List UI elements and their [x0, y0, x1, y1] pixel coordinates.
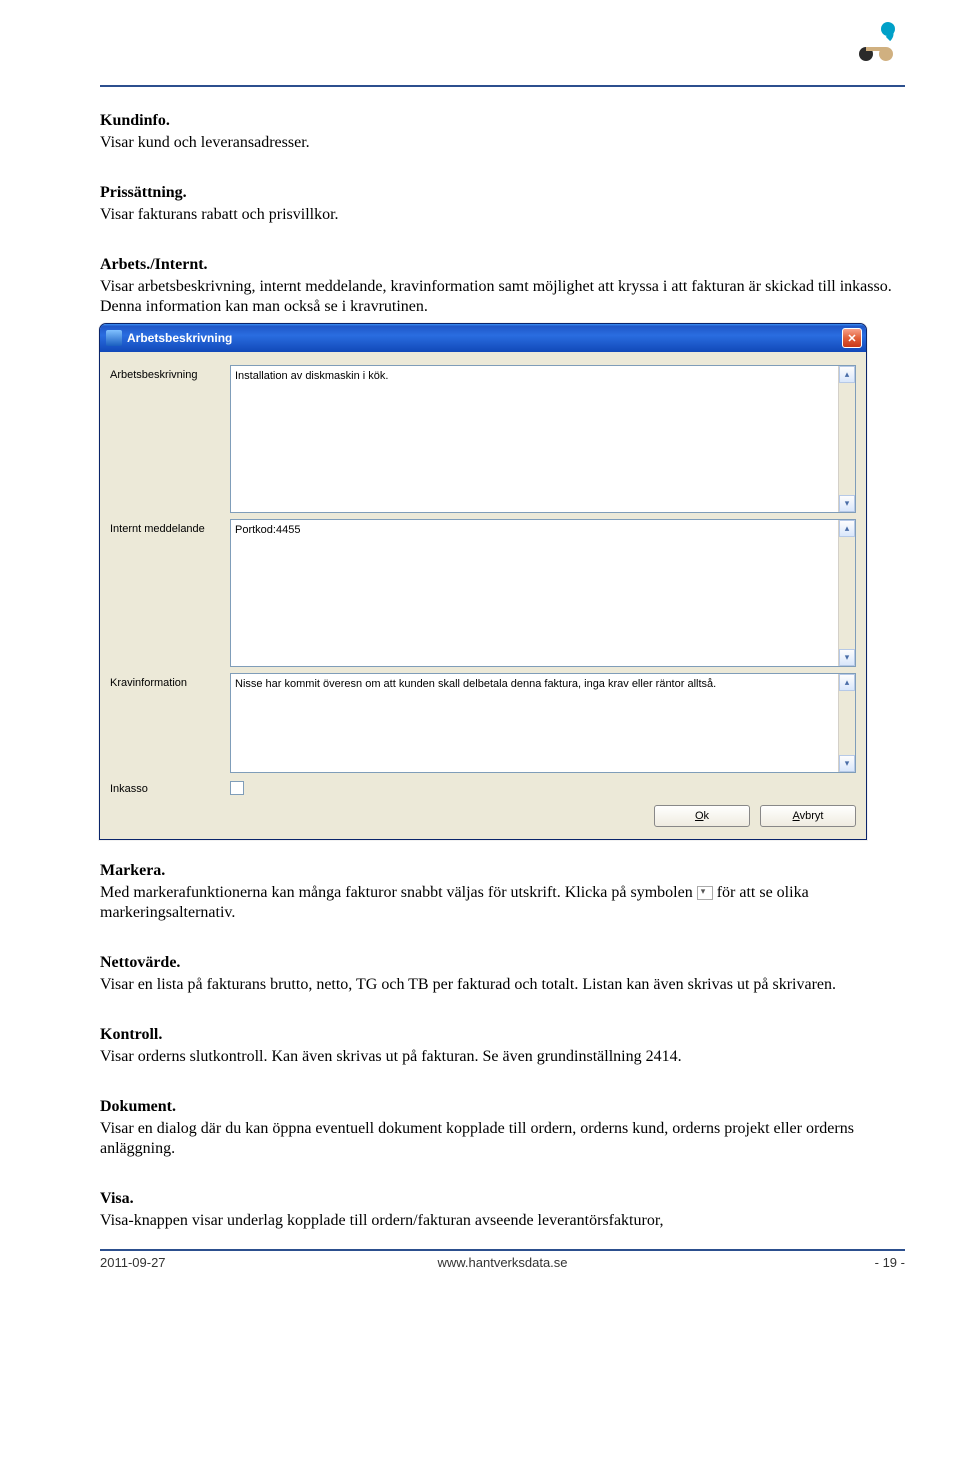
footer-date: 2011-09-27	[100, 1255, 368, 1270]
scroll-down-icon[interactable]: ▾	[839, 649, 855, 666]
window-icon	[106, 330, 122, 346]
text-prissattning: Visar fakturans rabatt och prisvillkor.	[100, 205, 905, 225]
titlebar[interactable]: Arbetsbeskrivning ✕	[100, 324, 866, 352]
text-kontroll: Visar orderns slutkontroll. Kan även skr…	[100, 1047, 905, 1067]
scrollbar[interactable]: ▴ ▾	[838, 674, 855, 772]
text-markera: Med markerafunktionerna kan många faktur…	[100, 883, 905, 923]
header-divider	[100, 85, 905, 87]
scrollbar[interactable]: ▴ ▾	[838, 366, 855, 512]
textarea-arbetsbeskrivning[interactable]: Installation av diskmaskin i kök. ▴ ▾	[230, 365, 856, 513]
label-arbetsbeskrivning: Arbetsbeskrivning	[110, 365, 230, 381]
textarea-kravinformation[interactable]: Nisse har kommit överesn om att kunden s…	[230, 673, 856, 773]
heading-markera: Markera.	[100, 862, 905, 880]
footer-divider	[100, 1249, 905, 1251]
dialog-arbetsbeskrivning: Arbetsbeskrivning ✕ Arbetsbeskrivning In…	[99, 323, 867, 840]
label-kravinformation: Kravinformation	[110, 673, 230, 689]
scroll-up-icon[interactable]: ▴	[839, 366, 855, 383]
scroll-up-icon[interactable]: ▴	[839, 674, 855, 691]
scroll-down-icon[interactable]: ▾	[839, 755, 855, 772]
heading-kontroll: Kontroll.	[100, 1026, 905, 1044]
window-title: Arbetsbeskrivning	[127, 331, 232, 345]
footer-page: - 19 -	[637, 1255, 905, 1270]
cancel-button[interactable]: Avbryt	[760, 805, 856, 827]
page-footer: 2011-09-27 www.hantverksdata.se - 19 -	[100, 1255, 905, 1282]
close-icon[interactable]: ✕	[842, 328, 862, 348]
heading-visa: Visa.	[100, 1190, 905, 1208]
textarea-kravinformation-value: Nisse har kommit överesn om att kunden s…	[235, 678, 716, 690]
text-dokument: Visar en dialog där du kan öppna eventue…	[100, 1119, 905, 1159]
heading-prissattning: Prissättning.	[100, 184, 905, 202]
text-kundinfo: Visar kund och leveransadresser.	[100, 133, 905, 153]
text-markera-part1: Med markerafunktionerna kan många faktur…	[100, 884, 693, 901]
footer-url: www.hantverksdata.se	[368, 1255, 636, 1270]
textarea-internt-meddelande-value: Portkod:4455	[235, 524, 300, 536]
textarea-internt-meddelande[interactable]: Portkod:4455 ▴ ▾	[230, 519, 856, 667]
checkbox-inkasso[interactable]	[230, 781, 244, 795]
heading-dokument: Dokument.	[100, 1098, 905, 1116]
header-logo	[852, 18, 900, 71]
scrollbar[interactable]: ▴ ▾	[838, 520, 855, 666]
scroll-down-icon[interactable]: ▾	[839, 495, 855, 512]
dropdown-icon	[697, 886, 713, 900]
scroll-up-icon[interactable]: ▴	[839, 520, 855, 537]
text-nettovarde: Visar en lista på fakturans brutto, nett…	[100, 975, 905, 995]
text-visa: Visa-knappen visar underlag kopplade til…	[100, 1211, 905, 1231]
heading-kundinfo: Kundinfo.	[100, 112, 905, 130]
textarea-arbetsbeskrivning-value: Installation av diskmaskin i kök.	[235, 370, 388, 382]
label-internt-meddelande: Internt meddelande	[110, 519, 230, 535]
text-arbets-internt: Visar arbetsbeskrivning, internt meddela…	[100, 277, 905, 317]
heading-nettovarde: Nettovärde.	[100, 954, 905, 972]
label-inkasso: Inkasso	[110, 779, 230, 795]
ok-button[interactable]: Ok	[654, 805, 750, 827]
heading-arbets-internt: Arbets./Internt.	[100, 256, 905, 274]
